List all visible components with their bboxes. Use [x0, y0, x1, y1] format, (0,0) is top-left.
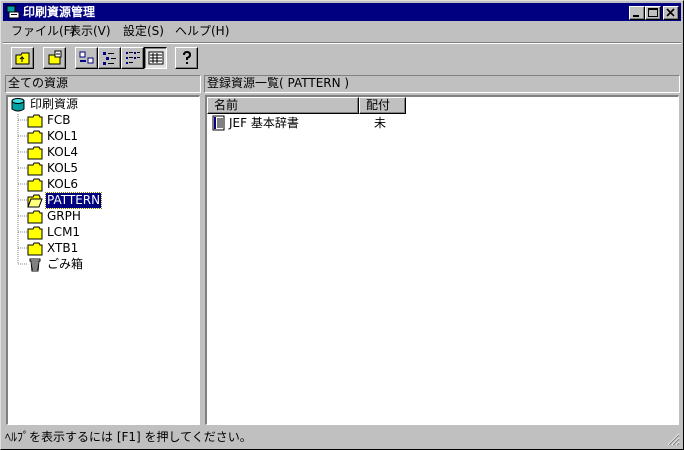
- folder-icon: [27, 146, 43, 160]
- up-folder-button[interactable]: [11, 47, 34, 69]
- tree-item-label: XTB1: [47, 241, 79, 255]
- help-icon: [183, 50, 192, 64]
- window-title: 印刷資源管理: [23, 5, 96, 19]
- maximize-button[interactable]: [645, 6, 661, 20]
- database-icon: [11, 98, 25, 112]
- list-view-button[interactable]: [121, 47, 144, 69]
- toolbar: [3, 44, 681, 72]
- document-icon: [212, 115, 225, 131]
- list-item[interactable]: JEF 基本辞書 未: [209, 115, 609, 131]
- resize-grip-icon[interactable]: [667, 433, 680, 446]
- details-view-icon: [148, 51, 164, 65]
- right-pane-header: 登録資源一覧( PATTERN ): [204, 75, 680, 93]
- properties-icon: [48, 50, 62, 65]
- tree-item-label: PATTERN: [44, 192, 103, 209]
- help-button[interactable]: [175, 47, 198, 69]
- list-item-name: JEF 基本辞書: [229, 116, 299, 130]
- folder-icon: [27, 114, 43, 128]
- list-item-distribution: 未: [374, 116, 387, 130]
- tree-item-label: KOL6: [47, 177, 78, 191]
- up-folder-icon: [15, 52, 30, 65]
- resource-list[interactable]: 名前 配付 JEF 基本辞書 未: [205, 95, 679, 425]
- tree-item-label: KOL4: [47, 145, 78, 159]
- minimize-button[interactable]: [629, 6, 645, 20]
- tree-item-label: KOL1: [47, 129, 78, 143]
- menu-help[interactable]: ヘルプ(H): [173, 24, 231, 39]
- folder-icon: [27, 226, 43, 240]
- menu-view[interactable]: 表示(V): [67, 24, 113, 39]
- maximize-icon: [648, 8, 658, 17]
- close-icon: [666, 8, 675, 17]
- tree-item-label: LCM1: [47, 225, 81, 239]
- menu-settings[interactable]: 設定(S): [121, 24, 166, 39]
- large-icons-icon: [79, 51, 94, 64]
- title-bar[interactable]: 印刷資源管理: [3, 3, 681, 21]
- tree-item-label: KOL5: [47, 161, 78, 175]
- properties-button[interactable]: [43, 47, 66, 69]
- open-folder-icon: [27, 194, 43, 208]
- left-pane-header: 全ての資源: [5, 75, 201, 93]
- close-button[interactable]: [663, 6, 679, 20]
- folder-icon: [27, 210, 43, 224]
- large-icons-button[interactable]: [75, 47, 98, 69]
- folder-icon: [27, 178, 43, 192]
- tree-root-label: 印刷資源: [30, 97, 79, 111]
- folder-icon: [27, 242, 43, 256]
- printer-app-icon: [6, 5, 20, 19]
- resource-tree[interactable]: 印刷資源 FCB KOL1 KOL4 KOL5 KOL6 PATTERN GRP…: [6, 95, 200, 425]
- tree-item-label: FCB: [47, 113, 71, 127]
- status-bar: ﾍﾙﾌﾟを表示するには [F1] を押してください。: [3, 429, 681, 447]
- list-view-icon: [126, 52, 140, 64]
- small-icons-icon: [103, 52, 116, 65]
- status-text: ﾍﾙﾌﾟを表示するには [F1] を押してください。: [5, 430, 252, 444]
- small-icons-button[interactable]: [98, 47, 121, 69]
- minimize-icon: [633, 15, 639, 17]
- column-header-distribution[interactable]: 配付: [359, 97, 406, 114]
- folder-icon: [27, 162, 43, 176]
- main-window: 印刷資源管理 ファイル(F) 表示(V) 設定(S) ヘルプ(H) 全ての資源 …: [0, 0, 684, 450]
- details-view-button[interactable]: [144, 47, 167, 69]
- column-header-name[interactable]: 名前: [207, 97, 359, 114]
- tree-item-label: ごみ箱: [47, 257, 84, 271]
- menu-bar: ファイル(F) 表示(V) 設定(S) ヘルプ(H): [3, 22, 681, 41]
- folder-icon: [27, 130, 43, 144]
- trash-icon: [29, 258, 41, 272]
- tree-item-label: GRPH: [47, 209, 81, 223]
